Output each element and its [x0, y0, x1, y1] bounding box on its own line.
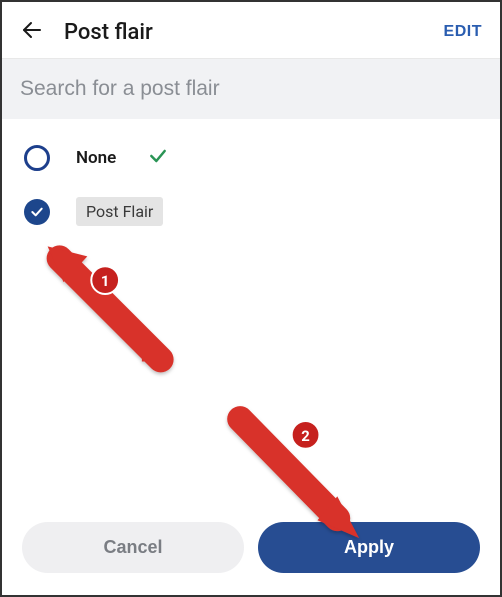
- annotation-badge-2-label: 2: [301, 427, 310, 445]
- app-header: Post flair EDIT: [2, 2, 500, 59]
- radio-selected-icon: [24, 199, 50, 225]
- flair-chip: Post Flair: [76, 197, 163, 226]
- flair-list: None Post Flair: [2, 119, 500, 278]
- annotation-arrow-2: [240, 419, 359, 538]
- apply-button[interactable]: Apply: [258, 522, 480, 573]
- edit-button[interactable]: EDIT: [444, 23, 482, 41]
- page-title: Post flair: [64, 20, 153, 45]
- search-row: [2, 59, 500, 119]
- search-input[interactable]: [20, 77, 482, 101]
- checkmark-icon: [142, 146, 168, 170]
- radio-unselected-icon: [24, 145, 50, 171]
- flair-option-postflair[interactable]: Post Flair: [24, 197, 478, 226]
- flair-option-none[interactable]: None: [24, 145, 478, 171]
- flair-none-label: None: [76, 148, 116, 168]
- cancel-button[interactable]: Cancel: [22, 522, 244, 573]
- footer-actions: Cancel Apply: [2, 522, 500, 595]
- header-left: Post flair: [20, 18, 153, 46]
- back-icon[interactable]: [20, 18, 44, 46]
- annotation-badge-2: [292, 421, 320, 449]
